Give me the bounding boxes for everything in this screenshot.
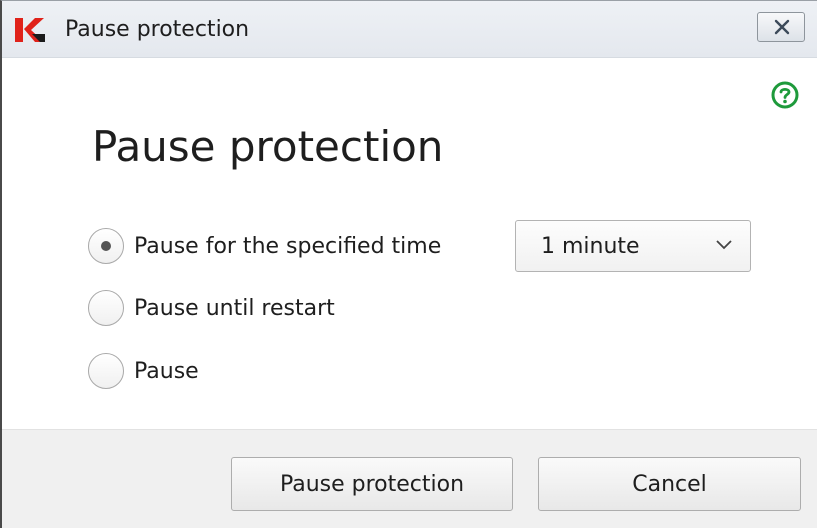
option-label: Pause until restart bbox=[134, 295, 335, 321]
chevron-down-icon bbox=[716, 240, 732, 250]
close-icon bbox=[774, 19, 790, 35]
radio-pause-specified-time[interactable] bbox=[88, 228, 124, 264]
duration-select[interactable]: 1 minute bbox=[515, 220, 751, 272]
kaspersky-logo-icon bbox=[15, 18, 45, 42]
cancel-button[interactable]: Cancel bbox=[538, 457, 801, 511]
title-bar: Pause protection bbox=[2, 1, 817, 58]
help-icon[interactable] bbox=[771, 81, 799, 109]
radio-pause-until-restart[interactable] bbox=[88, 290, 124, 326]
close-button[interactable] bbox=[757, 12, 805, 42]
option-pause-until-restart[interactable]: Pause until restart bbox=[88, 288, 335, 328]
radio-selected-dot bbox=[101, 241, 111, 251]
pause-protection-button[interactable]: Pause protection bbox=[231, 457, 513, 511]
pause-protection-dialog: Pause protection Pause protection Pause … bbox=[0, 0, 817, 528]
option-pause[interactable]: Pause bbox=[88, 351, 199, 391]
option-label: Pause bbox=[134, 358, 199, 384]
page-title: Pause protection bbox=[92, 122, 444, 171]
radio-pause[interactable] bbox=[88, 353, 124, 389]
duration-select-value: 1 minute bbox=[541, 234, 640, 259]
option-pause-specified-time[interactable]: Pause for the specified time bbox=[88, 226, 441, 266]
option-label: Pause for the specified time bbox=[134, 233, 442, 259]
window-title: Pause protection bbox=[65, 17, 250, 42]
